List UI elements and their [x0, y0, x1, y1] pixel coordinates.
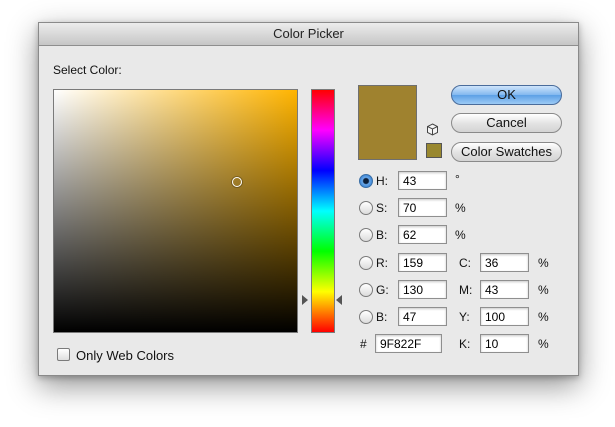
color-field[interactable] [53, 89, 298, 333]
hue-slider[interactable] [311, 89, 335, 333]
color-swatches-button[interactable]: Color Swatches [451, 142, 562, 162]
input-hex[interactable] [375, 334, 442, 353]
label-k: K: [459, 337, 471, 351]
only-web-colors-checkbox[interactable] [57, 348, 70, 361]
hue-slider-left-marker[interactable] [302, 295, 308, 305]
ok-button[interactable]: OK [451, 85, 562, 105]
radio-blue[interactable] [359, 310, 373, 324]
input-y[interactable] [480, 307, 529, 326]
cancel-button[interactable]: Cancel [451, 113, 562, 133]
radio-g[interactable] [359, 283, 373, 297]
input-blue[interactable] [398, 307, 447, 326]
input-g[interactable] [398, 280, 447, 299]
label-m: M: [459, 283, 473, 297]
current-color-swatch [358, 85, 417, 160]
unit-b: % [455, 228, 466, 242]
radio-r[interactable] [359, 256, 373, 270]
color-picker-window: Color Picker Select Color: OK Cancel Col… [38, 22, 579, 376]
label-h: H: [376, 174, 388, 188]
radio-h[interactable] [359, 174, 373, 188]
input-k[interactable] [480, 334, 529, 353]
cube-icon[interactable] [426, 123, 439, 136]
window-title: Color Picker [273, 26, 344, 41]
label-r: R: [376, 256, 388, 270]
hue-slider-right-marker[interactable] [336, 295, 342, 305]
input-r[interactable] [398, 253, 447, 272]
label-blue: B: [376, 310, 388, 324]
radio-s[interactable] [359, 201, 373, 215]
input-b[interactable] [398, 225, 447, 244]
input-m[interactable] [480, 280, 529, 299]
web-safe-color-swatch[interactable] [426, 143, 442, 158]
label-hex: # [360, 337, 367, 351]
unit-y: % [538, 310, 549, 324]
input-h[interactable] [398, 171, 447, 190]
title-bar[interactable]: Color Picker [39, 23, 578, 46]
label-s: S: [376, 201, 388, 215]
unit-c: % [538, 256, 549, 270]
select-color-label: Select Color: [53, 63, 122, 77]
label-b: B: [376, 228, 388, 242]
label-c: C: [459, 256, 471, 270]
label-g: G: [376, 283, 389, 297]
input-c[interactable] [480, 253, 529, 272]
label-y: Y: [459, 310, 470, 324]
unit-m: % [538, 283, 549, 297]
color-field-cursor[interactable] [232, 177, 242, 187]
radio-b[interactable] [359, 228, 373, 242]
only-web-colors-label[interactable]: Only Web Colors [76, 348, 174, 363]
unit-s: % [455, 201, 466, 215]
unit-k: % [538, 337, 549, 351]
unit-h: ° [455, 172, 460, 186]
input-s[interactable] [398, 198, 447, 217]
